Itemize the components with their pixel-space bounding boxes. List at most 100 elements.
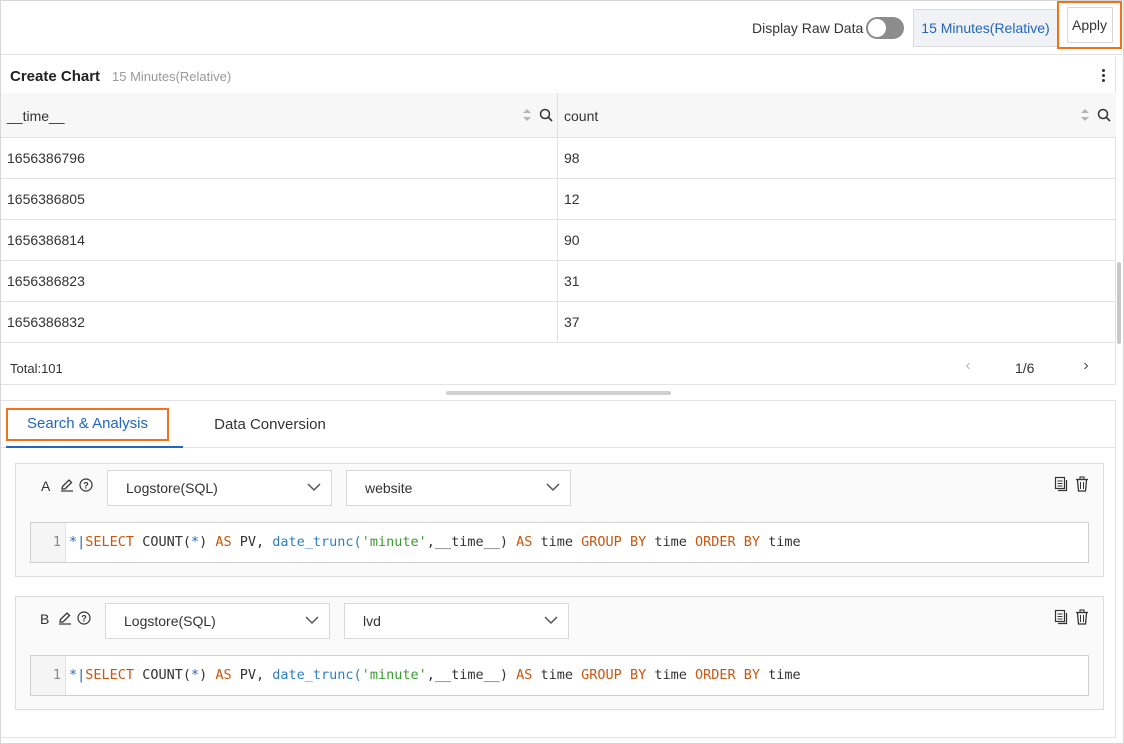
code-token: date_trunc(	[272, 667, 362, 683]
table-cell: 1656386796	[1, 138, 558, 178]
code-token: )	[199, 667, 216, 683]
tab-data-conversion[interactable]: Data Conversion	[196, 401, 344, 448]
table-cell: 90	[564, 232, 580, 248]
code-token: time	[646, 534, 695, 550]
svg-text:?: ?	[83, 481, 89, 491]
search-icon[interactable]	[539, 108, 553, 122]
code-token: ,__time__)	[426, 534, 517, 550]
time-range-picker[interactable]: 15 Minutes(Relative)	[913, 9, 1058, 47]
table-row: 1656386832 37	[1, 302, 1116, 343]
column-header-time[interactable]: __time__	[1, 93, 558, 138]
table-row: 1656386796 98	[1, 138, 1116, 179]
next-page-button[interactable]: ›	[1077, 357, 1095, 375]
query-letter: B	[40, 611, 50, 627]
code-token: date_trunc(	[272, 534, 362, 550]
table-row: 1656386805 12	[1, 179, 1116, 220]
copy-icon[interactable]	[1054, 476, 1068, 492]
trash-icon[interactable]	[1075, 476, 1089, 492]
source-type-select[interactable]: Logstore(SQL)	[105, 603, 330, 639]
table-cell: 1656386823	[1, 261, 558, 301]
chart-time-range: 15 Minutes(Relative)	[112, 69, 232, 84]
code-token: *	[69, 667, 78, 683]
apply-button-highlight[interactable]: Apply	[1057, 1, 1122, 49]
table-row: 1656386814 90	[1, 220, 1116, 261]
query-letter: A	[41, 478, 51, 494]
search-icon[interactable]	[1097, 108, 1111, 122]
sort-icon[interactable]	[522, 108, 532, 122]
table-cell: 1656386805	[1, 179, 558, 219]
source-type-select[interactable]: Logstore(SQL)	[107, 470, 332, 506]
code-token: AS	[516, 667, 533, 683]
sort-icon[interactable]	[1080, 108, 1090, 122]
code-token: AS	[215, 534, 232, 550]
code-token: SELECT	[85, 534, 135, 550]
apply-button[interactable]: Apply	[1066, 7, 1113, 43]
display-raw-data-label: Display Raw Data	[752, 20, 864, 36]
page-indicator: 1/6	[1015, 360, 1035, 376]
edit-icon[interactable]	[58, 611, 72, 625]
prev-page-button[interactable]: ‹	[959, 357, 977, 375]
column-header-label: count	[564, 107, 599, 124]
code-token: PV,	[231, 667, 273, 683]
table-cell: 12	[564, 191, 580, 207]
code-token: AS	[516, 534, 533, 550]
code-token: ,__time__)	[426, 667, 517, 683]
code-token: 'minute'	[361, 667, 427, 683]
code-token: AS	[215, 667, 232, 683]
chart-panel: Create Chart 15 Minutes(Relative) __time…	[1, 57, 1116, 385]
query-block-b: B ? Logstore(SQL) lvd 1 *|SELECT COUNT(*…	[15, 596, 1104, 710]
code-token: GROUP BY	[581, 534, 647, 550]
sql-code[interactable]: *|SELECT COUNT(*) AS PV, date_trunc('min…	[69, 523, 801, 562]
code-token: *	[190, 667, 200, 683]
panel-resize-handle[interactable]	[446, 391, 671, 395]
trash-icon[interactable]	[1075, 609, 1089, 625]
tab-label: Data Conversion	[214, 416, 326, 433]
help-icon[interactable]: ?	[77, 611, 91, 625]
svg-text:?: ?	[81, 614, 87, 624]
code-token: *	[190, 534, 200, 550]
code-token: time	[646, 667, 695, 683]
sql-editor[interactable]: 1 *|SELECT COUNT(*) AS PV, date_trunc('m…	[30, 655, 1089, 696]
copy-icon[interactable]	[1054, 609, 1068, 625]
table-cell: 1656386814	[1, 220, 558, 260]
display-raw-data-toggle[interactable]	[866, 17, 904, 39]
table-row: 1656386823 31	[1, 261, 1116, 302]
table-header: __time__ count	[1, 93, 1116, 138]
code-token: 'minute'	[361, 534, 427, 550]
line-number: 1	[31, 523, 66, 562]
code-token: time	[532, 667, 582, 683]
tab-label: Search & Analysis	[27, 415, 148, 432]
code-token: time	[760, 534, 801, 550]
select-value: Logstore(SQL)	[126, 480, 218, 496]
top-toolbar: Display Raw Data 15 Minutes(Relative)	[1, 1, 1122, 55]
chevron-down-icon	[546, 483, 560, 492]
chevron-down-icon	[307, 483, 321, 492]
edit-icon[interactable]	[60, 478, 74, 492]
chevron-down-icon	[544, 616, 558, 625]
table-cell: 31	[564, 273, 580, 289]
sql-code[interactable]: *|SELECT COUNT(*) AS PV, date_trunc('min…	[69, 656, 801, 695]
code-token: PV,	[231, 534, 273, 550]
sql-editor[interactable]: 1 *|SELECT COUNT(*) AS PV, date_trunc('m…	[30, 522, 1089, 563]
logstore-select[interactable]: lvd	[344, 603, 569, 639]
chevron-down-icon	[305, 616, 319, 625]
help-icon[interactable]: ?	[79, 478, 93, 492]
code-token: ORDER BY	[694, 534, 761, 550]
logstore-select[interactable]: website	[346, 470, 571, 506]
code-token: ORDER BY	[694, 667, 761, 683]
table-cell: 98	[564, 150, 580, 166]
code-token: *	[69, 534, 78, 550]
toggle-knob	[868, 19, 886, 37]
table-scrollbar[interactable]	[1117, 262, 1121, 344]
query-block-a: A ? Logstore(SQL) website 1 *|SELECT COU…	[15, 463, 1104, 577]
query-panel: Search & Analysis Data Conversion A ? Lo…	[1, 400, 1116, 738]
tab-search-analysis[interactable]: Search & Analysis	[6, 401, 183, 448]
code-token: COUNT(	[134, 667, 191, 683]
line-number: 1	[31, 656, 66, 695]
more-vertical-icon[interactable]	[1098, 67, 1108, 85]
table-footer: Total:101 ‹ 1/6 ›	[1, 349, 1116, 385]
column-header-count[interactable]: count	[558, 93, 1116, 138]
chart-title: Create Chart	[10, 68, 101, 85]
table-cell: 37	[564, 314, 580, 330]
table-body: 1656386796 98 1656386805 12 1656386814 9…	[1, 138, 1116, 346]
